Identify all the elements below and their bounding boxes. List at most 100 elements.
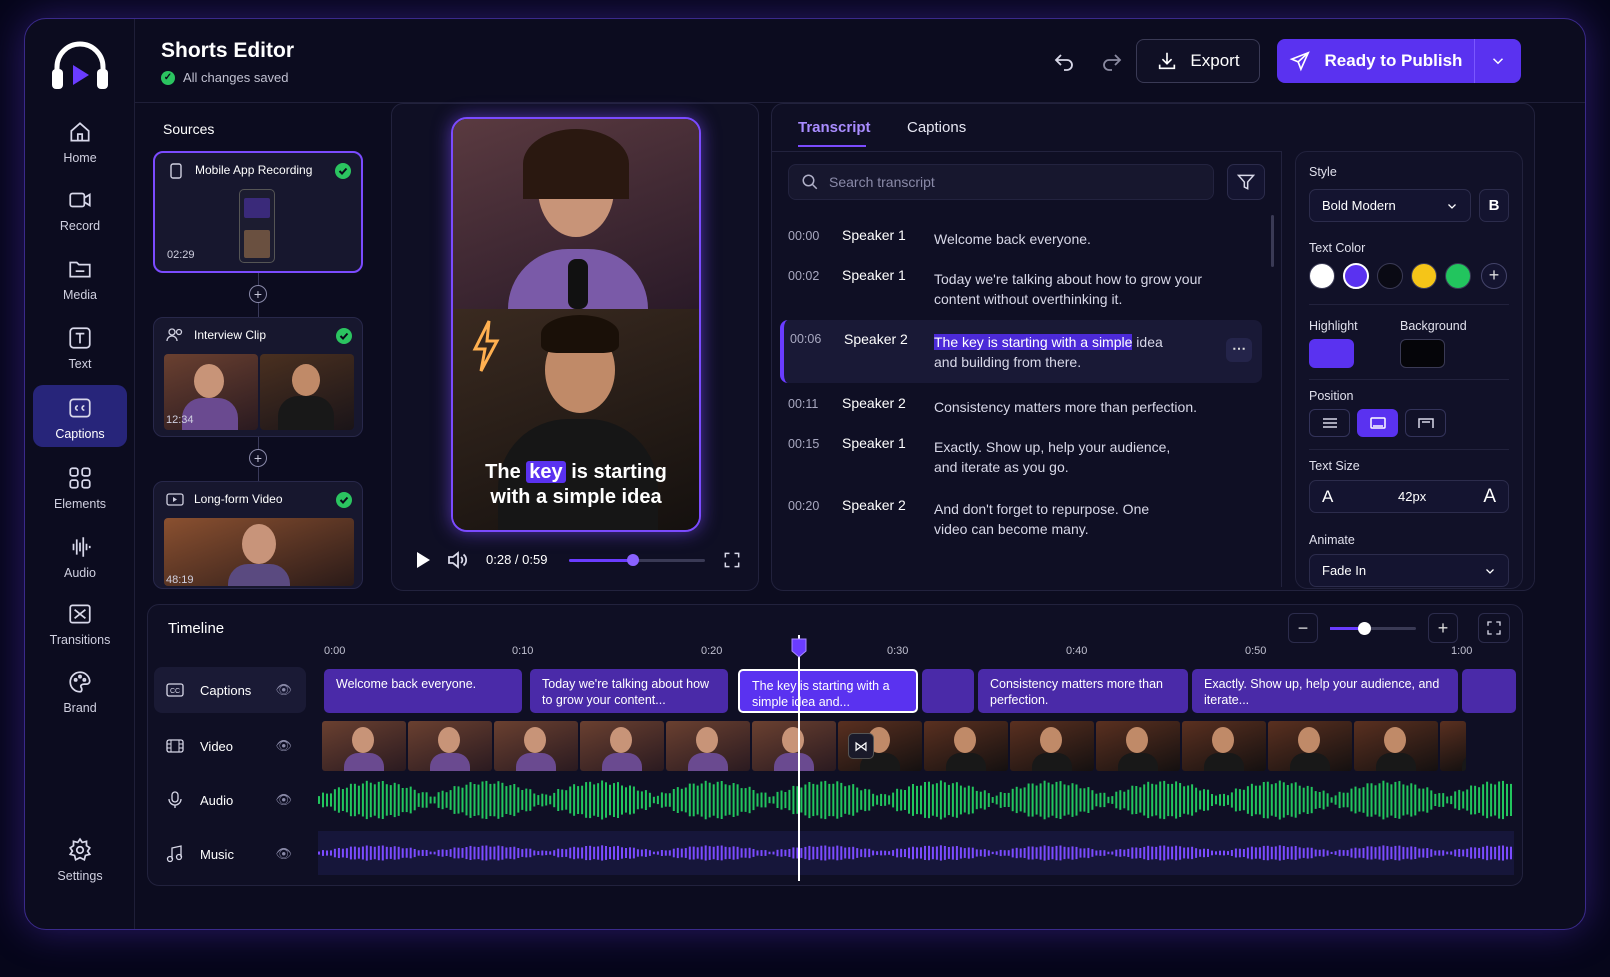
transcript-row[interactable]: 00:00 Speaker 1 Welcome back everyone. <box>780 225 1260 255</box>
source-card-longform[interactable]: Long-form Video 48:19 <box>153 481 363 589</box>
playhead-handle[interactable] <box>790 637 808 659</box>
more-options-button[interactable]: ⋯ <box>1226 338 1252 362</box>
scrubber-handle[interactable] <box>626 554 639 566</box>
position-top-button[interactable] <box>1309 409 1350 437</box>
eye-icon[interactable]: 👁 <box>275 738 292 754</box>
video-frame-thumbnail <box>1440 721 1466 771</box>
transition-marker[interactable]: ⋈ <box>848 733 874 759</box>
download-icon <box>1159 52 1176 70</box>
undo-button[interactable] <box>1047 44 1081 78</box>
track-music[interactable]: Music 👁 <box>154 831 306 877</box>
sidebar-item-record[interactable]: Record <box>33 177 127 239</box>
zoom-in-button[interactable]: + <box>1428 613 1458 643</box>
export-button[interactable]: Export <box>1136 39 1260 83</box>
caption-clip[interactable] <box>1462 669 1516 713</box>
text-size-value: 42px <box>1398 489 1427 504</box>
sidebar-item-captions[interactable]: Captions <box>33 385 127 447</box>
text-size-increase[interactable]: A <box>1483 486 1496 508</box>
volume-button[interactable] <box>440 543 474 577</box>
zoom-handle[interactable] <box>1358 622 1372 635</box>
animate-select[interactable]: Fade In <box>1309 554 1509 587</box>
sidebar-item-audio[interactable]: Audio <box>33 524 127 586</box>
sidebar-item-transitions[interactable]: Transitions <box>33 591 127 653</box>
timeline-fullscreen-button[interactable] <box>1478 613 1510 643</box>
divider <box>1309 449 1509 450</box>
nav-rail: Home Record Media Text Captions Elements Audio… <box>25 19 135 929</box>
track-captions[interactable]: CC Captions 👁 <box>154 667 306 713</box>
transcript-search[interactable]: Search transcript <box>788 164 1214 200</box>
source-card-interview[interactable]: Interview Clip 12:34 <box>153 317 363 437</box>
caption-clip[interactable] <box>922 669 974 713</box>
source-card-mobile[interactable]: Mobile App Recording 02:29 <box>153 151 363 273</box>
brand-icon <box>69 671 91 693</box>
playback-time: 0:28 / 0:59 <box>486 552 548 567</box>
add-source-button[interactable]: + <box>249 449 267 467</box>
color-swatch[interactable] <box>1309 263 1335 289</box>
eye-icon[interactable]: 👁 <box>275 682 292 698</box>
filter-button[interactable] <box>1227 164 1265 200</box>
position-bottom-button[interactable] <box>1357 409 1398 437</box>
transcript-row[interactable]: 00:20 Speaker 2 And don't forget to repu… <box>780 495 1260 541</box>
publish-button[interactable]: Ready to Publish <box>1277 39 1521 83</box>
color-swatch[interactable] <box>1445 263 1471 289</box>
video-frame-thumbnail <box>1354 721 1438 771</box>
caption-clip[interactable]: Today we're talking about how to grow yo… <box>530 669 728 713</box>
sidebar-item-label: Record <box>59 219 101 233</box>
text-size-control[interactable]: A 42px A <box>1309 480 1509 513</box>
sidebar-item-brand[interactable]: Brand <box>33 659 127 721</box>
color-swatch[interactable] <box>1411 263 1437 289</box>
transcript-row[interactable]: 00:02 Speaker 1 Today we're talking abou… <box>780 265 1260 311</box>
timeline-panel: Timeline − + 0:00 0:10 0:20 0:30 0:40 0:50 1:0… <box>147 604 1523 886</box>
color-swatch[interactable] <box>1377 263 1403 289</box>
position-center-button[interactable] <box>1405 409 1446 437</box>
transcript-row[interactable]: 00:11 Speaker 2 Consistency matters more… <box>780 393 1260 421</box>
track-video[interactable]: Video 👁 <box>154 723 306 769</box>
svg-text:CC: CC <box>170 688 180 695</box>
highlight-color-swatch[interactable] <box>1309 339 1354 368</box>
sidebar-item-text[interactable]: Text <box>33 315 127 377</box>
eye-icon[interactable]: 👁 <box>275 846 292 862</box>
tab-captions[interactable]: Captions <box>907 119 966 136</box>
sidebar-item-media[interactable]: Media <box>33 246 127 308</box>
transcript-row[interactable]: 00:15 Speaker 1 Exactly. Show up, help y… <box>780 433 1260 479</box>
track-label: Music <box>200 846 234 862</box>
bold-toggle[interactable]: B <box>1479 189 1509 222</box>
transcript-row-selected[interactable]: 00:06 Speaker 2 The key is starting with… <box>780 320 1262 383</box>
video-frame-thumbnail <box>408 721 492 771</box>
background-label: Background <box>1400 319 1467 333</box>
sidebar-item-label: Settings <box>57 869 103 883</box>
color-swatch[interactable] <box>1343 263 1369 289</box>
style-select[interactable]: Bold Modern <box>1309 189 1471 222</box>
row-time: 00:06 <box>790 332 822 346</box>
add-source-button[interactable]: + <box>249 285 267 303</box>
zoom-out-button[interactable]: − <box>1288 613 1318 643</box>
text-size-decrease[interactable]: A <box>1322 487 1333 507</box>
sidebar-item-elements[interactable]: Elements <box>33 455 127 517</box>
play-button[interactable] <box>405 543 439 577</box>
text-icon <box>69 327 91 349</box>
chevron-down-icon <box>1448 203 1456 209</box>
caption-clip[interactable]: Welcome back everyone. <box>324 669 522 713</box>
fullscreen-button[interactable] <box>715 543 749 577</box>
sidebar-item-home[interactable]: Home <box>33 109 127 171</box>
caption-clip-selected[interactable]: The key is starting with a simple idea a… <box>738 669 918 713</box>
background-color-swatch[interactable] <box>1400 339 1445 368</box>
zoom-slider[interactable] <box>1330 622 1416 635</box>
redo-button[interactable] <box>1095 44 1129 78</box>
sidebar-item-settings[interactable]: Settings <box>33 827 127 889</box>
track-audio[interactable]: Audio 👁 <box>154 777 306 823</box>
publish-main[interactable]: Ready to Publish <box>1277 50 1474 72</box>
preview-top-frame <box>453 119 699 309</box>
eye-icon[interactable]: 👁 <box>275 792 292 808</box>
top-bar: Shorts Editor ✓ All changes saved Export… <box>135 19 1585 103</box>
chevron-down-icon <box>1492 58 1504 65</box>
publish-dropdown-button[interactable] <box>1474 39 1521 83</box>
search-input[interactable]: Search transcript <box>829 174 935 190</box>
tab-transcript[interactable]: Transcript <box>798 119 871 136</box>
caption-clip[interactable]: Consistency matters more than perfection… <box>978 669 1188 713</box>
scrollbar-thumb[interactable] <box>1271 215 1274 267</box>
caption-clip[interactable]: Exactly. Show up, help your audience, an… <box>1192 669 1458 713</box>
playback-scrubber[interactable] <box>569 554 705 566</box>
add-color-button[interactable]: + <box>1481 263 1507 289</box>
animate-select-value: Fade In <box>1322 563 1367 578</box>
